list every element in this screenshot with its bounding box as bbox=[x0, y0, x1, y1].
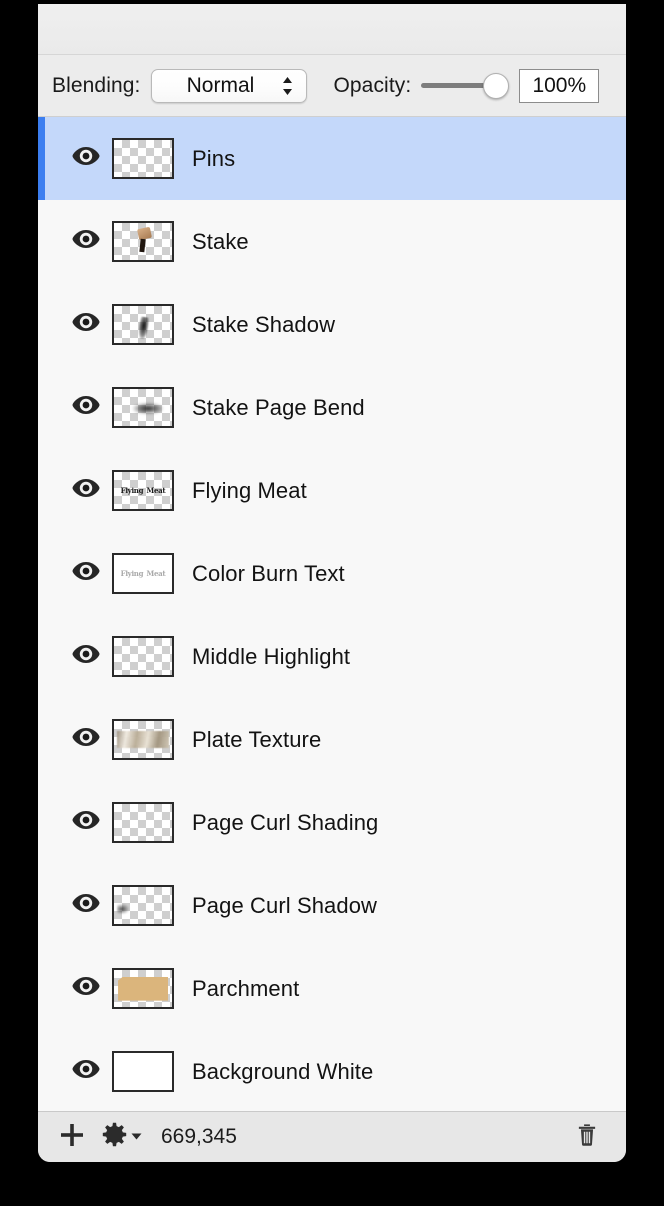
layer-visibility-toggle[interactable] bbox=[70, 309, 102, 341]
blending-label: Blending: bbox=[52, 73, 141, 97]
layers-bottom-toolbar: 669,345 bbox=[38, 1111, 626, 1162]
layer-list[interactable]: Pins Stake Stake Shadow Stake Page Bend Flyi… bbox=[38, 117, 626, 1111]
layer-name-label: Parchment bbox=[192, 975, 300, 1001]
blend-opacity-bar: Blending: Normal Opacity: 100% bbox=[38, 55, 626, 117]
thumb-word-1: Flying bbox=[120, 568, 144, 578]
layer-name-label: Pins bbox=[192, 145, 236, 171]
layer-thumbnail[interactable] bbox=[112, 138, 174, 179]
thumb-art: Flying Meat bbox=[114, 487, 172, 494]
layer-thumbnail[interactable] bbox=[112, 636, 174, 677]
layer-visibility-toggle[interactable] bbox=[70, 558, 102, 590]
panel-title-bar bbox=[38, 4, 626, 55]
layer-name-label: Color Burn Text bbox=[192, 560, 345, 586]
layer-row[interactable]: Flying Meat Flying Meat bbox=[38, 449, 626, 532]
layer-count-label: 669,345 bbox=[161, 1125, 237, 1148]
opacity-label: Opacity: bbox=[333, 73, 412, 97]
layer-name-label: Flying Meat bbox=[192, 477, 307, 503]
thumb-word-1: Flying bbox=[120, 485, 144, 495]
eye-icon bbox=[71, 975, 101, 1002]
layer-thumbnail[interactable] bbox=[112, 221, 174, 262]
layer-name-label: Plate Texture bbox=[192, 726, 322, 752]
blend-mode-value: Normal bbox=[186, 73, 255, 97]
layer-visibility-toggle[interactable] bbox=[70, 973, 102, 1005]
plus-icon bbox=[58, 1121, 86, 1154]
layer-row[interactable]: Pins bbox=[38, 117, 626, 200]
layer-row[interactable]: Middle Highlight bbox=[38, 615, 626, 698]
layer-name-label: Page Curl Shadow bbox=[192, 892, 378, 918]
thumb-art bbox=[139, 239, 146, 253]
thumb-art bbox=[137, 316, 150, 340]
thumb-word-2: Meat bbox=[146, 485, 166, 495]
layer-visibility-toggle[interactable] bbox=[70, 724, 102, 756]
layer-row[interactable]: Page Curl Shadow bbox=[38, 864, 626, 947]
thumb-art bbox=[118, 976, 169, 1001]
layer-name-label: Stake bbox=[192, 228, 249, 254]
layer-thumbnail[interactable] bbox=[112, 387, 174, 428]
delete-layer-button[interactable] bbox=[572, 1122, 602, 1152]
layer-visibility-toggle[interactable] bbox=[70, 1056, 102, 1088]
layer-row[interactable]: Stake bbox=[38, 200, 626, 283]
eye-icon bbox=[71, 311, 101, 338]
layers-panel: Blending: Normal Opacity: 100% Pins Stake… bbox=[38, 4, 626, 1162]
eye-icon bbox=[71, 560, 101, 587]
layer-visibility-toggle[interactable] bbox=[70, 392, 102, 424]
layer-thumbnail[interactable] bbox=[112, 968, 174, 1009]
opacity-value: 100% bbox=[532, 73, 587, 97]
layer-row[interactable]: Flying Meat Color Burn Text bbox=[38, 532, 626, 615]
gear-icon bbox=[101, 1121, 128, 1153]
eye-icon bbox=[71, 892, 101, 919]
blend-mode-select[interactable]: Normal bbox=[151, 68, 308, 103]
layer-row[interactable]: Parchment bbox=[38, 947, 626, 1030]
layer-row[interactable]: Stake Shadow bbox=[38, 283, 626, 366]
eye-icon bbox=[71, 1058, 101, 1085]
layer-thumbnail[interactable]: Flying Meat bbox=[112, 553, 174, 594]
layer-visibility-toggle[interactable] bbox=[70, 143, 102, 175]
eye-icon bbox=[71, 477, 101, 504]
triangle-down-icon bbox=[131, 1128, 142, 1146]
layer-thumbnail[interactable] bbox=[112, 304, 174, 345]
thumb-art bbox=[117, 730, 170, 748]
layer-row[interactable]: Stake Page Bend bbox=[38, 366, 626, 449]
layer-name-label: Middle Highlight bbox=[192, 643, 351, 669]
chevron-up-down-icon bbox=[281, 75, 294, 97]
opacity-input[interactable]: 100% bbox=[519, 68, 600, 103]
layer-visibility-toggle[interactable] bbox=[70, 890, 102, 922]
layer-thumbnail[interactable] bbox=[112, 719, 174, 760]
layer-visibility-toggle[interactable] bbox=[70, 807, 102, 839]
opacity-slider[interactable] bbox=[421, 72, 510, 99]
layer-row[interactable]: Background White bbox=[38, 1030, 626, 1111]
eye-icon bbox=[71, 228, 101, 255]
layer-thumbnail[interactable] bbox=[112, 885, 174, 926]
layer-thumbnail[interactable] bbox=[112, 802, 174, 843]
layer-visibility-toggle[interactable] bbox=[70, 475, 102, 507]
eye-icon bbox=[71, 394, 101, 421]
trash-icon bbox=[574, 1122, 600, 1153]
layer-name-label: Page Curl Shading bbox=[192, 809, 379, 835]
layer-row[interactable]: Page Curl Shading bbox=[38, 781, 626, 864]
layer-row[interactable]: Plate Texture bbox=[38, 698, 626, 781]
eye-icon bbox=[71, 726, 101, 753]
eye-icon bbox=[71, 145, 101, 172]
eye-icon bbox=[71, 809, 101, 836]
layer-name-label: Background White bbox=[192, 1058, 374, 1084]
layer-settings-button[interactable] bbox=[99, 1122, 143, 1152]
add-layer-button[interactable] bbox=[57, 1122, 87, 1152]
layer-visibility-toggle[interactable] bbox=[70, 226, 102, 258]
thumb-art bbox=[116, 904, 129, 915]
eye-icon bbox=[71, 643, 101, 670]
layer-thumbnail[interactable]: Flying Meat bbox=[112, 470, 174, 511]
panel-title-bar-inner bbox=[38, 4, 626, 54]
layer-name-label: Stake Page Bend bbox=[192, 394, 365, 420]
layer-thumbnail[interactable] bbox=[112, 1051, 174, 1092]
opacity-slider-knob[interactable] bbox=[483, 72, 510, 99]
thumb-art: Flying Meat bbox=[114, 570, 172, 577]
layer-name-label: Stake Shadow bbox=[192, 311, 336, 337]
thumb-art bbox=[132, 403, 163, 415]
selection-indicator bbox=[38, 117, 45, 200]
thumb-word-2: Meat bbox=[146, 568, 166, 578]
layer-visibility-toggle[interactable] bbox=[70, 641, 102, 673]
